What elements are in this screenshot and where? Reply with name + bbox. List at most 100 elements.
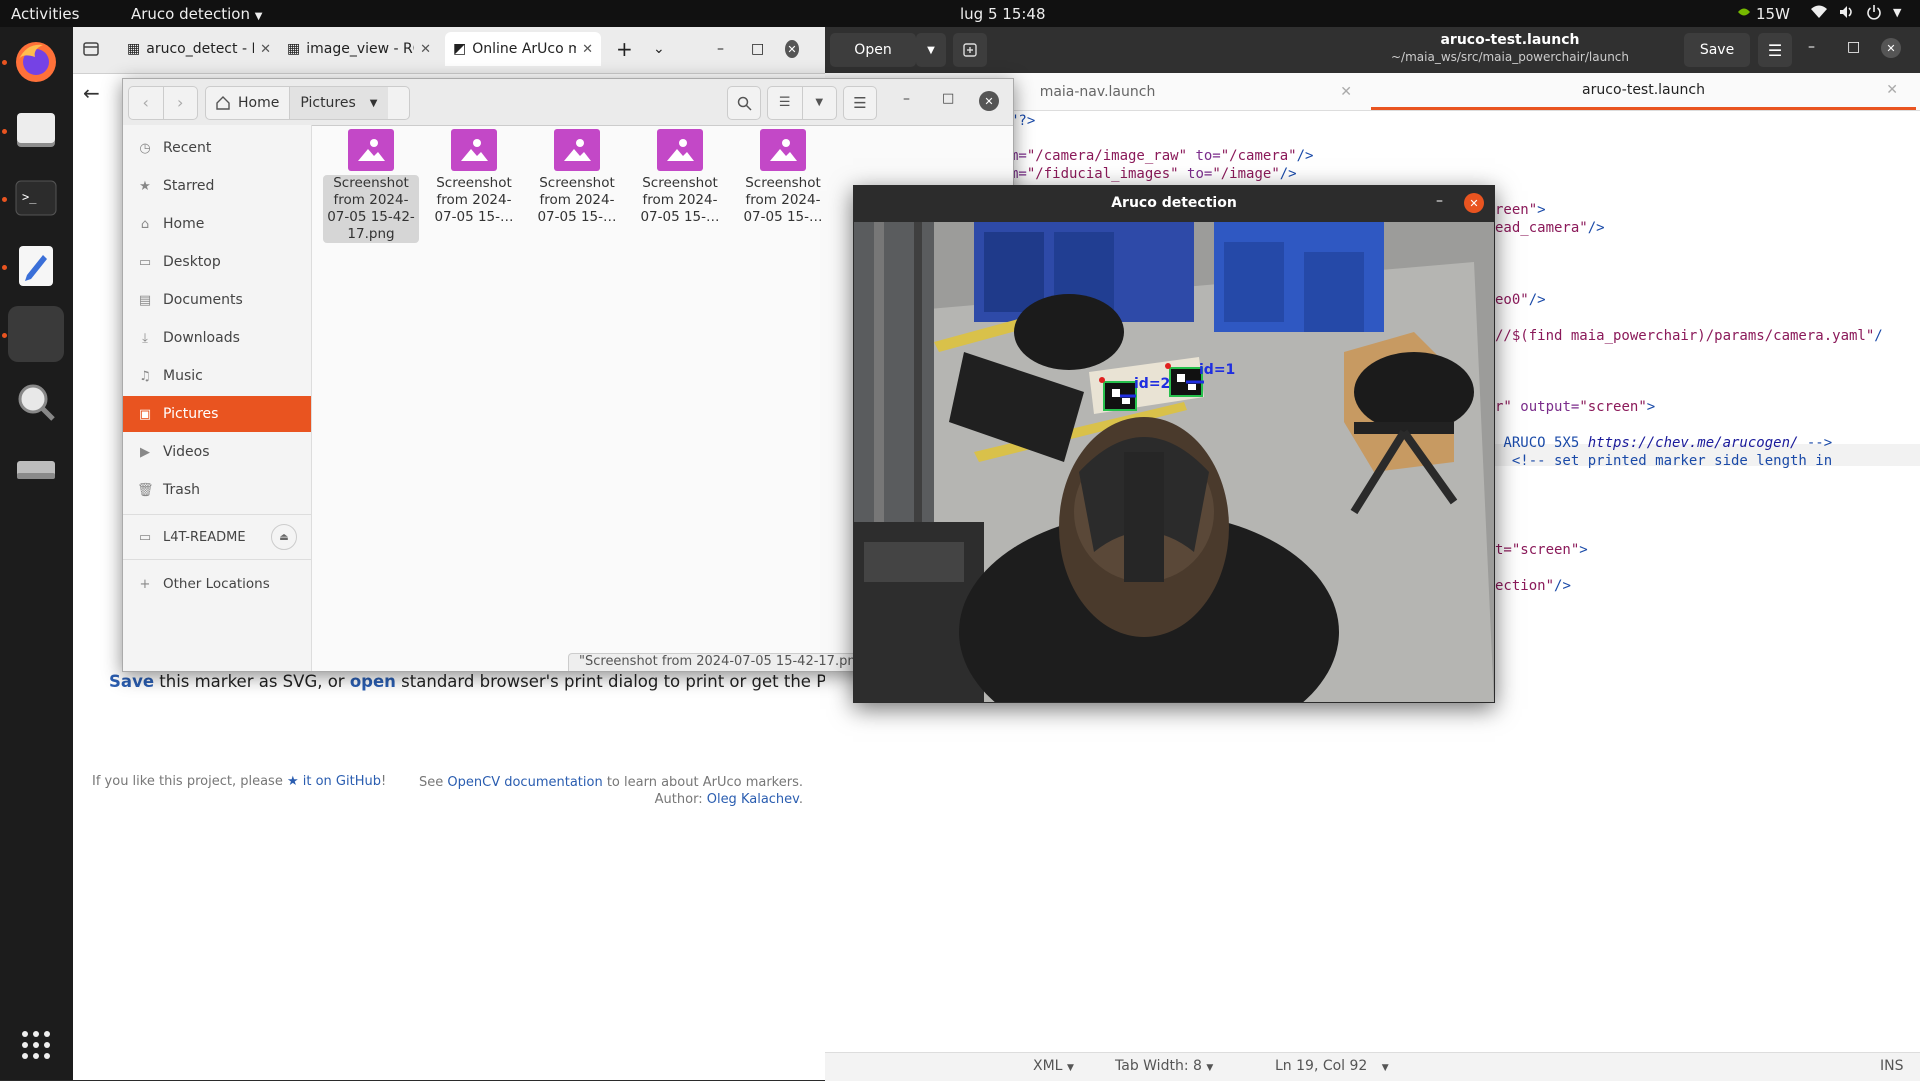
app-menu[interactable]: Aruco detection ▼ (131, 5, 262, 23)
author-link[interactable]: Oleg Kalachev (707, 792, 799, 807)
sidebar-item-drive[interactable]: ▭ L4T-README ⏏ (123, 519, 311, 555)
new-tab-button[interactable]: + (608, 32, 642, 66)
list-view-icon[interactable]: ☰ (768, 87, 802, 119)
code-line: t="screen"> (1495, 542, 1588, 558)
open-menu-chevron-icon[interactable]: ▼ (916, 33, 946, 67)
selection-status: "Screenshot from 2024-07-05 15-42-17.pn (568, 653, 868, 671)
close-window-icon[interactable]: ✕ (1464, 193, 1484, 213)
insert-mode[interactable]: INS (1880, 1058, 1904, 1074)
terminal-icon[interactable]: >_ (8, 170, 64, 226)
files-icon[interactable] (8, 102, 64, 158)
power-icon[interactable] (1866, 4, 1882, 20)
tab-aruco-test[interactable]: aruco-test.launch ✕ (1371, 73, 1916, 110)
opencv-docs-link[interactable]: OpenCV documentation (447, 775, 602, 790)
search-button[interactable] (727, 86, 761, 120)
maximize-icon[interactable]: □ (1847, 39, 1860, 55)
sidebar-item-documents[interactable]: ▤ Documents (123, 282, 311, 318)
sidebar-item-label: Downloads (163, 330, 240, 346)
tab-list-chevron-icon[interactable]: ⌄ (645, 32, 679, 66)
close-window-icon[interactable]: ✕ (777, 32, 807, 66)
sidebar-item-pictures[interactable]: ▣ Pictures (123, 396, 311, 432)
author-text: Author: (654, 792, 707, 807)
language-selector[interactable]: XML ▼ (1033, 1058, 1074, 1074)
breadcrumb-current[interactable]: Pictures ▼ (289, 87, 388, 119)
close-window-icon[interactable]: ✕ (1881, 38, 1901, 58)
sidebar-item-other-locations[interactable]: + Other Locations (123, 566, 311, 602)
close-icon[interactable]: ✕ (582, 42, 593, 57)
github-link[interactable]: ★ it on GitHub (287, 774, 381, 789)
image-file-icon (760, 129, 806, 171)
file-item[interactable]: Screenshot from 2024- 07-05 15-… (735, 129, 831, 226)
sidebar-item-videos[interactable]: ▶ Videos (123, 434, 311, 470)
divider (123, 559, 311, 560)
tab-online-aruco[interactable]: ◩ Online ArUco m ✕ (445, 32, 601, 66)
close-icon[interactable]: ✕ (420, 42, 431, 57)
sidebar-item-recent[interactable]: ◷ Recent (123, 130, 311, 166)
app-menu-label: Aruco detection (131, 5, 250, 23)
sidebar-item-trash[interactable]: 🗑︎ Trash (123, 472, 311, 508)
code-line: ead_camera"/> (1495, 220, 1605, 236)
drive-icon[interactable] (8, 442, 64, 498)
new-document-icon[interactable] (953, 33, 987, 67)
minimize-icon[interactable]: – (1808, 39, 1815, 55)
volume-icon[interactable] (1838, 4, 1856, 20)
close-icon[interactable]: ✕ (1886, 82, 1898, 98)
sidebar-item-desktop[interactable]: ▭ Desktop (123, 244, 311, 280)
tab-overview-icon[interactable] (75, 32, 115, 66)
tab-aruco-detect[interactable]: ▦ aruco_detect - R ✕ (119, 32, 279, 66)
forward-chevron-icon[interactable]: › (162, 87, 198, 119)
editor-header: Open ▼ aruco-test.launch ~/maia_ws/src/m… (825, 27, 1920, 73)
camera-scene (854, 222, 1494, 702)
file-name-line: 07-05 15-… (640, 209, 720, 225)
minimize-icon[interactable]: – (903, 91, 910, 107)
active-app-icon[interactable] (8, 306, 64, 362)
wifi-icon[interactable] (1810, 4, 1828, 20)
maximize-icon[interactable]: □ (743, 32, 773, 66)
tab-image-view[interactable]: ▦ image_view - RO ✕ (279, 32, 439, 66)
file-item[interactable]: Screenshot from 2024- 07-05 15-… (632, 129, 728, 226)
hamburger-menu-icon[interactable]: ☰ (1758, 33, 1792, 67)
sidebar-item-home[interactable]: ⌂ Home (123, 206, 311, 242)
star-icon: ★ (139, 178, 151, 194)
sidebar-item-label: L4T-README (163, 529, 246, 545)
image-viewer-icon[interactable] (8, 374, 64, 430)
power-mode-label[interactable]: 15W (1756, 5, 1790, 23)
app-grid-icon[interactable] (8, 1017, 64, 1073)
aruco-titlebar[interactable]: Aruco detection – ✕ (853, 185, 1495, 222)
running-indicator (2, 60, 7, 65)
close-window-icon[interactable]: ✕ (979, 91, 999, 111)
file-item[interactable]: Screenshot from 2024- 07-05 15-… (426, 129, 522, 226)
text-editor-icon[interactable] (8, 238, 64, 294)
back-chevron-icon[interactable]: ‹ (129, 87, 163, 119)
tab-width-selector[interactable]: Tab Width: 8 ▼ (1115, 1058, 1213, 1074)
save-link[interactable]: Save (109, 672, 154, 691)
hamburger-menu-icon[interactable]: ☰ (843, 86, 877, 120)
open-label: Open (854, 42, 892, 58)
sidebar-item-starred[interactable]: ★ Starred (123, 168, 311, 204)
file-item[interactable]: Screenshot from 2024- 07-05 15-42- 17.pn… (323, 129, 419, 243)
eject-icon[interactable]: ⏏ (271, 524, 297, 550)
maximize-icon[interactable]: □ (942, 91, 954, 106)
view-options-chevron-icon[interactable]: ▼ (801, 87, 837, 119)
breadcrumb-home[interactable]: Home (206, 95, 289, 111)
save-button[interactable]: Save (1684, 33, 1750, 67)
cursor-position[interactable]: Ln 19, Col 92 ▼ (1275, 1058, 1389, 1074)
close-icon[interactable]: ✕ (260, 42, 271, 57)
open-button[interactable]: Open (830, 33, 916, 67)
open-link[interactable]: open (350, 672, 396, 691)
aruco-favicon-icon: ◩ (453, 41, 467, 57)
trash-icon: 🗑︎ (137, 482, 154, 498)
tab-label: aruco-test.launch (1582, 82, 1705, 98)
back-arrow-icon[interactable]: ← (83, 81, 113, 111)
close-icon[interactable]: ✕ (1340, 84, 1352, 100)
file-item[interactable]: Screenshot from 2024- 07-05 15-… (529, 129, 625, 226)
activities-button[interactable]: Activities (11, 5, 79, 23)
clock[interactable]: lug 5 15:48 (960, 5, 1046, 23)
nvidia-icon[interactable] (1736, 4, 1752, 20)
sidebar-item-music[interactable]: ♫ Music (123, 358, 311, 394)
minimize-icon[interactable]: – (709, 32, 739, 66)
firefox-icon[interactable] (8, 34, 64, 90)
minimize-icon[interactable]: – (1436, 193, 1443, 209)
sidebar-item-downloads[interactable]: ⤓ Downloads (123, 320, 311, 356)
system-menu-chevron-icon[interactable]: ▼ (1893, 6, 1901, 19)
